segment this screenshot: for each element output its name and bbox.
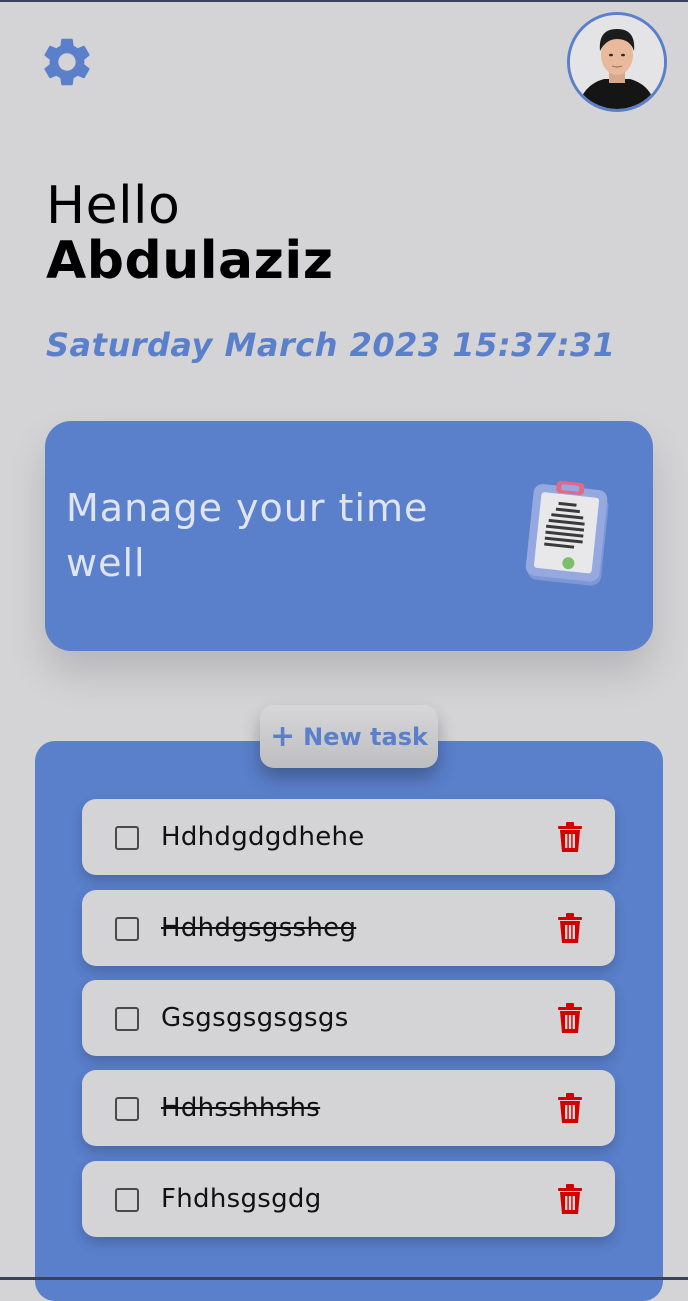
task-checkbox[interactable] (115, 1097, 139, 1121)
trash-icon[interactable] (557, 822, 583, 852)
top-border (0, 0, 688, 2)
gear-icon[interactable] (38, 33, 96, 91)
clipboard-icon (525, 480, 609, 586)
user-name: Abdulaziz (46, 231, 334, 291)
task-item: Hdhdgsgssheg (82, 890, 615, 966)
task-checkbox[interactable] (115, 1007, 139, 1031)
greeting-hello: Hello (46, 176, 181, 236)
task-item: Gsgsgsgsgsgs (82, 980, 615, 1056)
task-label-completed: Hdhdgsgssheg (161, 913, 357, 943)
task-checkbox[interactable] (115, 1188, 139, 1212)
banner-text: Manage your time well (66, 486, 429, 585)
task-label: Fhdhsgsgdg (161, 1184, 322, 1214)
task-item: Hdhdgdgdhehe (82, 799, 615, 875)
trash-icon[interactable] (557, 913, 583, 943)
new-task-button[interactable]: + New task (260, 705, 438, 768)
current-datetime: Saturday March 2023 15:37:31 (46, 326, 616, 364)
trash-icon[interactable] (557, 1184, 583, 1214)
task-checkbox[interactable] (115, 826, 139, 850)
task-label-completed: Hdhsshhshs (161, 1093, 321, 1123)
task-checkbox[interactable] (115, 917, 139, 941)
trash-icon[interactable] (557, 1093, 583, 1123)
plus-icon: + (270, 718, 296, 754)
new-task-label: New task (303, 722, 428, 751)
avatar[interactable] (567, 12, 667, 112)
task-label: Gsgsgsgsgsgs (161, 1003, 349, 1033)
motivation-banner: Manage your time well (45, 421, 653, 651)
task-item: Hdhsshhshs (82, 1070, 615, 1146)
task-item: Fhdhsgsgdg (82, 1161, 615, 1237)
trash-icon[interactable] (557, 1003, 583, 1033)
task-label: Hdhdgdgdhehe (161, 822, 365, 852)
avatar-photo (570, 15, 664, 109)
